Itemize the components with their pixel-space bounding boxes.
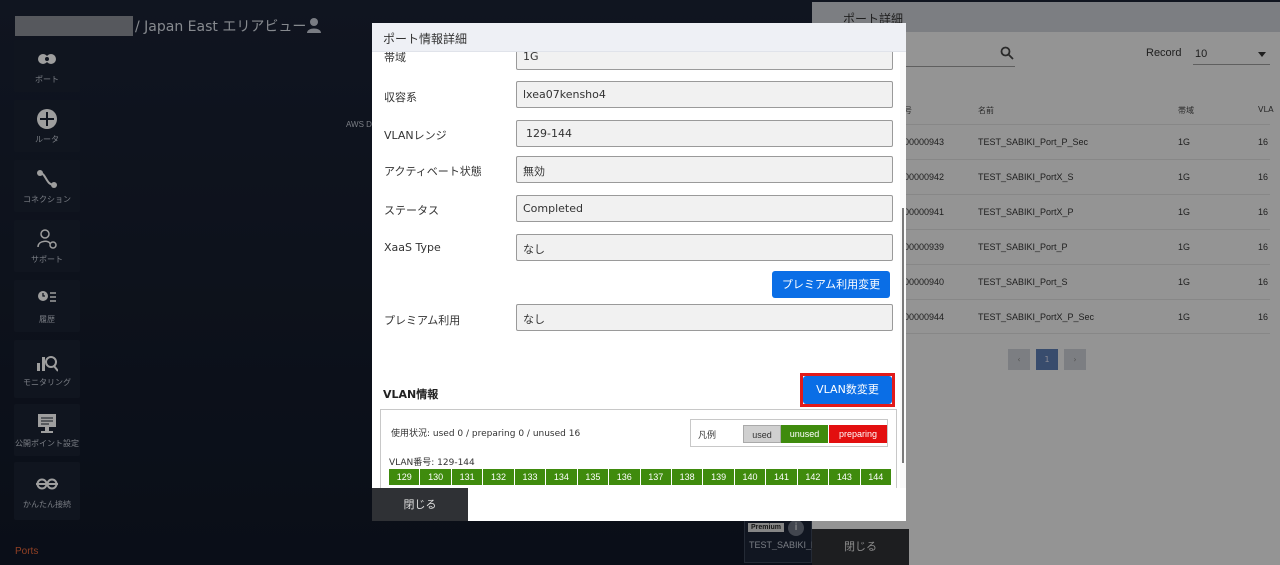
status-field: Completed: [516, 195, 893, 222]
vlan-cell: 132: [483, 469, 515, 485]
vlan-number-grid: 129 130 131 132 133 134 135 136 137 138 …: [389, 469, 891, 485]
vlan-cell: 140: [734, 469, 767, 485]
vlan-number-label: VLAN番号: 129-144: [389, 458, 475, 468]
vlan-cell: 129: [389, 469, 421, 485]
vlan-cell: 141: [766, 469, 798, 485]
premium-change-button[interactable]: プレミアム利用変更: [772, 271, 890, 298]
legend-label: 凡例: [698, 431, 717, 441]
modal-header: ポート情報詳細: [372, 23, 906, 52]
vlan-cell: 136: [609, 469, 641, 485]
vlan-section-title: VLAN情報: [383, 388, 439, 401]
close-button[interactable]: 閉じる: [372, 488, 468, 521]
vlan-cell: 134: [546, 469, 578, 485]
premium-field: なし: [516, 304, 893, 331]
vlan-count-change-button[interactable]: VLAN数変更: [803, 376, 892, 404]
modal-body: 帯域 1G 収容系 lxea07kensho4 VLANレンジ 129-144 …: [372, 52, 906, 488]
vlan-cell: 138: [671, 469, 704, 485]
port-info-modal: ポート情報詳細 帯域 1G 収容系 lxea07kensho4 VLANレンジ …: [372, 23, 906, 521]
accommodation-field: lxea07kensho4: [516, 81, 893, 108]
vlan-cell: 133: [514, 469, 547, 485]
premium-label: プレミアム利用: [384, 314, 461, 327]
vlan-cell: 139: [703, 469, 735, 485]
legend-preparing-chip: preparing: [829, 425, 887, 443]
vlan-cell: 142: [797, 469, 830, 485]
accommodation-label: 収容系: [384, 91, 417, 104]
vlan-cell: 130: [420, 469, 452, 485]
vlan-cell: 144: [860, 469, 891, 485]
activation-label: アクティベート状態: [384, 165, 482, 178]
legend: 凡例 used unused preparing: [690, 419, 888, 447]
band-label: 帯域: [384, 52, 406, 64]
vlan-cell: 137: [640, 469, 672, 485]
xaas-type-field: なし: [516, 234, 893, 261]
modal-title: ポート情報詳細: [383, 32, 468, 46]
status-label: ステータス: [384, 204, 439, 217]
modal-footer: 閉じる: [372, 488, 906, 521]
modal-scrollbar-thumb[interactable]: [902, 208, 904, 463]
vlan-cell: 135: [577, 469, 610, 485]
legend-used-chip: used: [743, 425, 781, 443]
usage-status-text: 使用状況: used 0 / preparing 0 / unused 16: [391, 429, 581, 439]
vlan-info-box: 使用状況: used 0 / preparing 0 / unused 16 凡…: [380, 409, 897, 488]
vlan-cell: 131: [451, 469, 484, 485]
legend-unused-chip: unused: [781, 425, 828, 443]
vlan-cell: 143: [829, 469, 861, 485]
vlan-range-field: 129-144: [516, 120, 893, 147]
vlan-range-label: VLANレンジ: [384, 129, 447, 142]
activation-field: 無効: [516, 156, 893, 183]
band-field: 1G: [516, 52, 893, 70]
xaas-type-label: XaaS Type: [384, 241, 441, 254]
